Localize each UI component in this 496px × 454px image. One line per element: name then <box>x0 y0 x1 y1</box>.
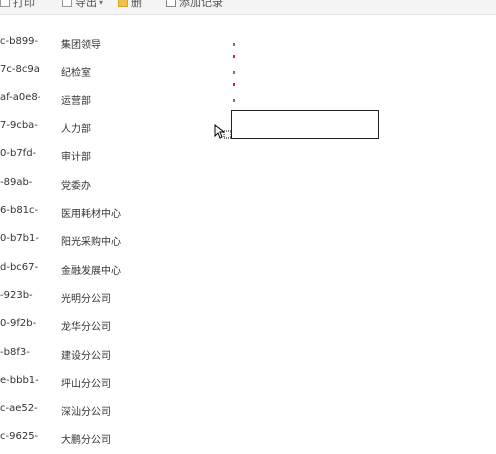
department-name-cell[interactable]: 阳光采购中心 <box>61 233 121 248</box>
department-name-cell[interactable]: 党委办 <box>61 177 91 192</box>
cell-marker <box>233 71 235 74</box>
id-column: c-b899- 7c-8c9a- af-a0e8- 7-9cba- 0-b7fd… <box>0 14 40 454</box>
cell-edit-input[interactable] <box>231 110 379 139</box>
department-name-cell[interactable]: 金融发展中心 <box>61 262 121 277</box>
export-icon <box>62 0 72 7</box>
print-button[interactable]: 打印 <box>0 0 35 9</box>
id-cell: c-b899- <box>0 36 39 47</box>
id-cell: -b8f3- <box>0 347 30 358</box>
print-label: 打印 <box>13 0 35 9</box>
department-name-cell[interactable]: 运营部 <box>61 92 91 107</box>
add-record-label: 添加记录 <box>179 0 223 9</box>
department-name-cell[interactable]: 坪山分公司 <box>61 375 111 390</box>
id-cell: 0-9f2b- <box>0 318 37 329</box>
delete-button[interactable]: 删 <box>118 0 142 9</box>
id-cell: 7-9cba- <box>0 120 38 131</box>
print-icon <box>0 0 10 7</box>
department-name-cell[interactable]: 人力部 <box>61 120 91 135</box>
department-name-cell[interactable]: 大鹏分公司 <box>61 431 111 446</box>
department-name-cell[interactable]: 深汕分公司 <box>61 403 111 418</box>
folder-icon <box>118 0 128 7</box>
department-name-cell[interactable]: 龙华分公司 <box>61 318 111 333</box>
toolbar: 打印 导出 ▾ 删 添加记录 <box>0 0 496 15</box>
id-cell: 7c-8c9a- <box>0 64 40 75</box>
id-cell: -89ab- <box>0 177 33 188</box>
drag-cursor-icon <box>214 124 232 140</box>
department-name-cell[interactable]: 审计部 <box>61 148 91 163</box>
cell-marker <box>233 83 235 86</box>
id-cell: c-ae52- <box>0 403 38 414</box>
id-cell: af-a0e8- <box>0 92 40 103</box>
cell-marker <box>233 55 235 58</box>
chevron-down-icon: ▾ <box>99 0 104 7</box>
id-cell: 6-b81c- <box>0 205 39 216</box>
delete-label: 删 <box>131 0 142 9</box>
list-icon <box>166 0 176 7</box>
department-name-cell[interactable]: 纪检室 <box>61 64 91 79</box>
add-record-button[interactable]: 添加记录 <box>166 0 223 9</box>
cell-marker <box>233 43 235 46</box>
export-button[interactable]: 导出 ▾ <box>62 0 104 9</box>
cell-marker <box>233 99 235 102</box>
id-cell: -923b- <box>0 290 33 301</box>
id-cell: 0-b7fd- <box>0 148 37 159</box>
department-name-cell[interactable]: 集团领导 <box>61 36 101 51</box>
department-name-cell[interactable]: 光明分公司 <box>61 290 111 305</box>
id-cell: c-9625- <box>0 431 39 442</box>
department-name-cell[interactable]: 医用耗材中心 <box>61 205 121 220</box>
department-name-cell[interactable]: 建设分公司 <box>61 347 111 362</box>
export-label: 导出 <box>75 0 97 9</box>
id-cell: d-bc67- <box>0 262 39 273</box>
id-cell: e-bbb1- <box>0 375 39 386</box>
id-cell: 0-b7b1- <box>0 233 39 244</box>
